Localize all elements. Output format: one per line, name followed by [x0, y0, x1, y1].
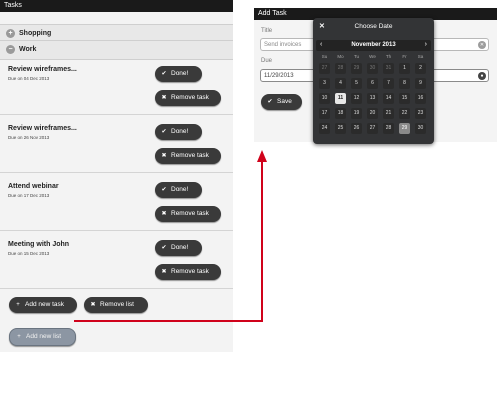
- connector-arrowhead: [257, 150, 267, 162]
- date-picker: ✕ Choose Date ‹ November 2013 › Su Mo Tu We…: [313, 18, 434, 144]
- calendar-day[interactable]: 2: [415, 63, 426, 74]
- calendar-day[interactable]: 28: [335, 63, 346, 74]
- next-month-icon[interactable]: ›: [425, 41, 427, 48]
- calendar-day[interactable]: 27: [367, 123, 378, 134]
- calendar-day[interactable]: 18: [335, 108, 346, 119]
- calendar-day[interactable]: 23: [415, 108, 426, 119]
- weekday-label: Fr: [402, 54, 407, 59]
- calendar-day[interactable]: 28: [383, 123, 394, 134]
- weekday-label: Mo: [337, 54, 344, 59]
- calendar-day[interactable]: 10: [319, 93, 330, 104]
- month-nav: ‹ November 2013 ›: [316, 40, 431, 51]
- add-task-title: Add Task: [258, 10, 287, 17]
- calendar-day[interactable]: 6: [367, 78, 378, 89]
- calendar-day[interactable]: 16: [415, 93, 426, 104]
- calendar-day[interactable]: 29: [399, 123, 410, 134]
- calendar-day[interactable]: 21: [383, 108, 394, 119]
- calendar-day[interactable]: 9: [415, 78, 426, 89]
- calendar-day[interactable]: 14: [383, 93, 394, 104]
- calendar-day[interactable]: 30: [367, 63, 378, 74]
- weekday-label: Su: [321, 54, 328, 59]
- calendar-day[interactable]: 3: [319, 78, 330, 89]
- calendar-day[interactable]: 15: [399, 93, 410, 104]
- picker-heading: Choose Date: [354, 23, 393, 30]
- due-input-value: 11/29/2013: [264, 73, 294, 79]
- weekday-label: Sa: [417, 54, 424, 59]
- weekday-label: Th: [385, 54, 392, 59]
- calendar-day[interactable]: 30: [415, 123, 426, 134]
- calendar-day[interactable]: 17: [319, 108, 330, 119]
- weekday-label: Tu: [353, 54, 360, 59]
- calendar-day[interactable]: 11: [335, 93, 346, 104]
- calendar-day[interactable]: 19: [351, 108, 362, 119]
- calendar-day[interactable]: 24: [319, 123, 330, 134]
- calendar-day[interactable]: 5: [351, 78, 362, 89]
- clear-icon[interactable]: ✕: [478, 41, 486, 49]
- calendar-day[interactable]: 13: [367, 93, 378, 104]
- save-button[interactable]: ✔ Save: [261, 94, 302, 110]
- calendar-day[interactable]: 25: [335, 123, 346, 134]
- calendar-day[interactable]: 20: [367, 108, 378, 119]
- calendar-day[interactable]: 22: [399, 108, 410, 119]
- calendar-day[interactable]: 1: [399, 63, 410, 74]
- calendar-day[interactable]: 29: [351, 63, 362, 74]
- calendar-day[interactable]: 26: [351, 123, 362, 134]
- title-input-value: Send invoices: [264, 42, 302, 48]
- due-label: Due: [261, 58, 273, 64]
- connector-line: [74, 160, 263, 322]
- check-icon: ✔: [267, 99, 273, 105]
- calendar-day[interactable]: 27: [319, 63, 330, 74]
- weekday-label: We: [369, 54, 376, 59]
- save-label: Save: [277, 98, 292, 105]
- calendar-day[interactable]: 7: [383, 78, 394, 89]
- calendar-day[interactable]: 12: [351, 93, 362, 104]
- calendar-day[interactable]: 8: [399, 78, 410, 89]
- calendar-icon[interactable]: ●: [478, 72, 486, 80]
- title-label: Title: [261, 28, 273, 34]
- month-label: November 2013: [351, 42, 396, 48]
- calendar-day[interactable]: 4: [335, 78, 346, 89]
- calendar-day[interactable]: 31: [383, 63, 394, 74]
